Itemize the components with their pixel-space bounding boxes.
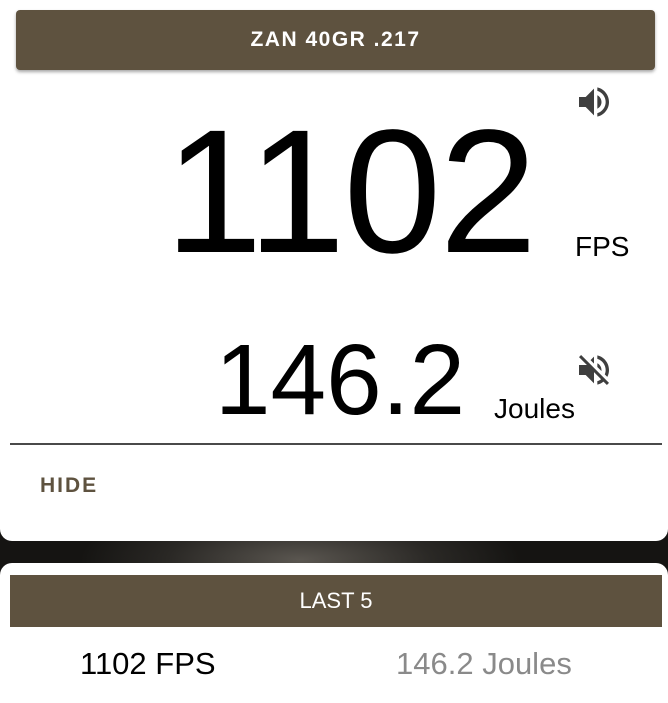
profile-title: ZAN 40GR .217 xyxy=(250,28,421,51)
velocity-unit: FPS xyxy=(575,231,630,262)
energy-value: 146.2 xyxy=(214,324,466,436)
history-energy-unit: Joules xyxy=(482,646,572,681)
divider xyxy=(10,443,662,445)
history-velocity-unit: FPS xyxy=(155,646,216,681)
history-velocity-value: 1102 xyxy=(80,646,147,681)
last-5-title: LAST 5 xyxy=(299,588,373,613)
history-row-energy: 146.2 Joules xyxy=(396,646,572,682)
last-5-header: LAST 5 xyxy=(10,575,662,627)
hide-button[interactable]: HIDE xyxy=(28,468,110,504)
velocity-value: 1102 xyxy=(164,94,537,290)
speaker-muted-icon[interactable] xyxy=(574,350,614,390)
energy-unit: Joules xyxy=(494,393,575,424)
history-energy-value: 146.2 xyxy=(396,646,474,681)
speaker-volume-icon[interactable] xyxy=(574,82,614,122)
history-row-velocity: 1102 FPS xyxy=(80,646,216,682)
profile-title-bar[interactable]: ZAN 40GR .217 xyxy=(16,10,655,70)
